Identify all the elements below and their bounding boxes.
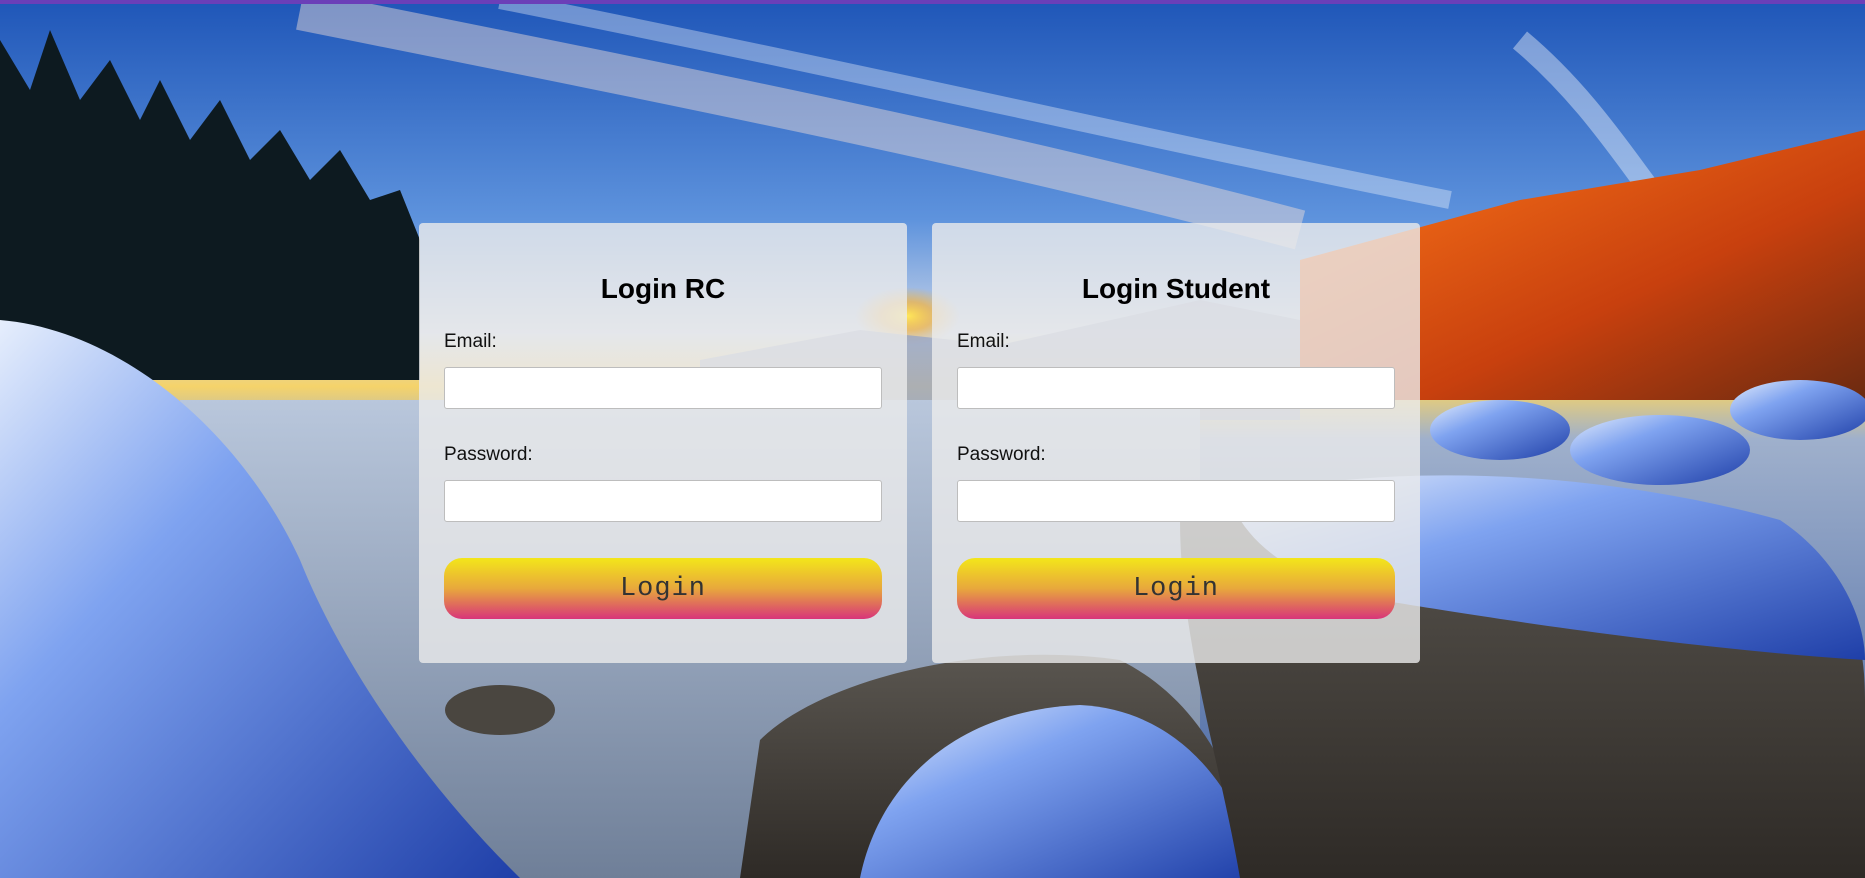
login-rc-email-label: Email:: [444, 331, 497, 352]
top-accent-bar: [0, 0, 1865, 4]
login-rc-email-input[interactable]: [444, 367, 882, 409]
login-rc-title: Login RC: [600, 273, 726, 304]
login-rc-password-label: Password:: [444, 444, 533, 465]
login-rc-panel: Login RC Email: Password: Login: [419, 223, 907, 663]
login-rc-button[interactable]: Login: [444, 558, 882, 619]
login-page: Login RC Email: Password: Login Login St…: [0, 0, 1865, 878]
login-student-panel: Login Student Email: Password: Login: [932, 223, 1420, 663]
login-student-password-label: Password:: [957, 444, 1046, 465]
login-rc-password-input[interactable]: [444, 480, 882, 522]
login-student-email-input[interactable]: [957, 367, 1395, 409]
login-student-button[interactable]: Login: [957, 558, 1395, 619]
login-student-password-input[interactable]: [957, 480, 1395, 522]
login-student-email-label: Email:: [957, 331, 1010, 352]
login-student-title: Login Student: [1081, 273, 1271, 304]
